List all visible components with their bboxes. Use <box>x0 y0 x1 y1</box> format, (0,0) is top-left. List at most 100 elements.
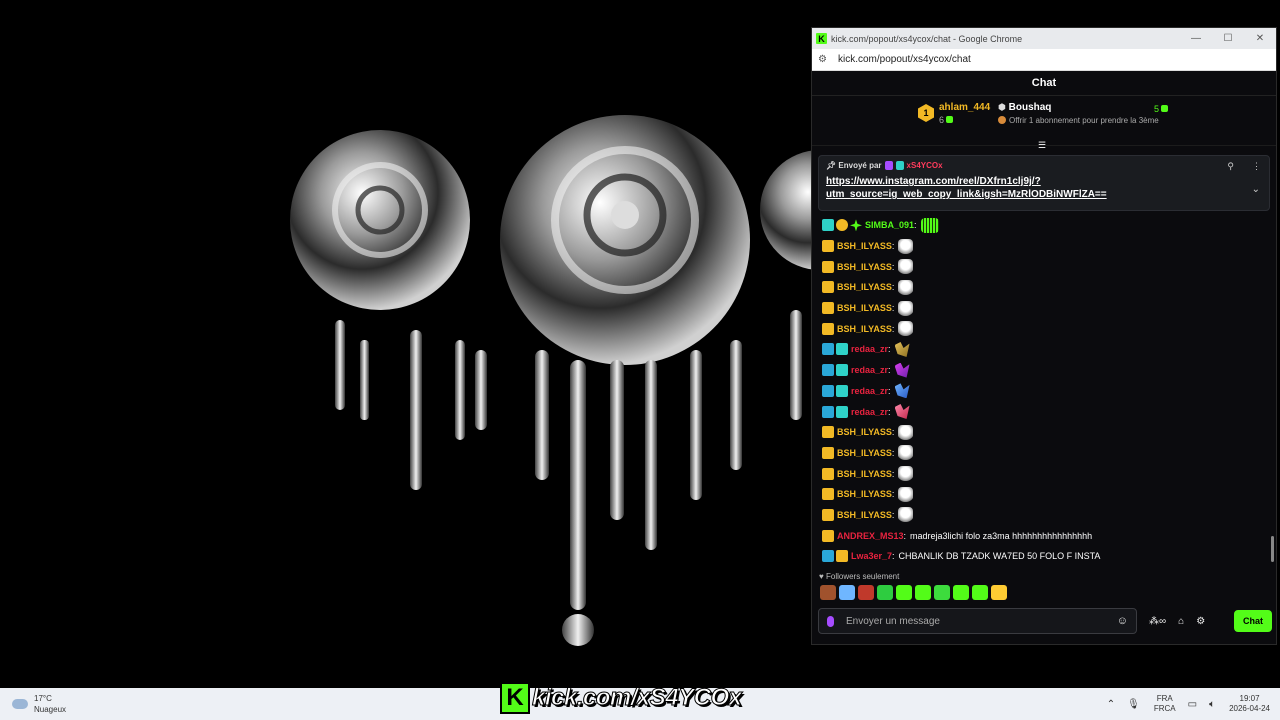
chat-input-row: ☺ ⁂∞ ⌂ ⚙ Chat <box>818 608 1272 634</box>
blue-badge-icon <box>822 364 834 377</box>
crown-badge-icon <box>822 260 834 273</box>
minimize-icon[interactable]: — <box>1180 33 1212 44</box>
cloud-weather-icon <box>12 699 28 709</box>
quick-emote-icon[interactable] <box>991 585 1007 600</box>
chat-username[interactable]: BSH_ILYASS <box>837 469 892 479</box>
emote-icon[interactable] <box>920 217 939 233</box>
language-indicator[interactable]: FRA FRCA <box>1154 694 1176 714</box>
site-info-icon[interactable]: ⚙ <box>818 54 832 65</box>
crown-badge-icon <box>822 467 834 480</box>
volume-icon[interactable]: 🔈︎ <box>1209 699 1215 710</box>
mic-icon[interactable] <box>827 615 834 627</box>
message-separator: : <box>888 344 891 355</box>
address-bar[interactable]: ⚙ kick.com/popout/xs4ycox/chat <box>812 49 1276 71</box>
emote-icon[interactable] <box>898 279 914 295</box>
leaderboard-second-name: Boushaq <box>1008 102 1052 113</box>
crown-badge-icon <box>822 240 834 253</box>
unpin-icon[interactable]: ⚲ <box>1227 161 1234 172</box>
chat-username[interactable]: redaa_zr <box>851 344 888 354</box>
emote-icon[interactable] <box>898 466 914 482</box>
chat-username[interactable]: BSH_ILYASS <box>837 489 892 499</box>
chat-username[interactable]: BSH_ILYASS <box>837 282 892 292</box>
chat-username[interactable]: ANDREX_MS13 <box>837 531 904 541</box>
quick-emote-icon[interactable] <box>953 585 969 600</box>
crown-badge-icon <box>822 508 834 521</box>
chat-username[interactable]: redaa_zr <box>851 407 888 417</box>
chat-message: BSH_ILYASS: <box>822 277 1262 298</box>
chat-username[interactable]: BSH_ILYASS <box>837 510 892 520</box>
message-separator: : <box>892 551 895 562</box>
quick-emote-icon[interactable] <box>858 585 874 600</box>
quick-emote-icon[interactable] <box>877 585 893 600</box>
more-options-icon[interactable]: ⋮ <box>1252 161 1261 172</box>
emote-icon[interactable] <box>898 507 914 523</box>
chat-username[interactable]: BSH_ILYASS <box>837 427 892 437</box>
blue-badge-icon <box>822 384 834 397</box>
clock[interactable]: 19:07 2026-04-24 <box>1229 694 1270 714</box>
message-separator: : <box>888 365 891 376</box>
window-titlebar[interactable]: K kick.com/popout/xs4ycox/chat - Google … <box>812 28 1276 49</box>
chat-username[interactable]: BSH_ILYASS <box>837 324 892 334</box>
chevron-up-icon[interactable]: ⌃ <box>1107 699 1115 710</box>
emote-icon[interactable] <box>898 238 914 254</box>
chat-username[interactable]: BSH_ILYASS <box>837 303 892 313</box>
leaderboard-first-name: ahlam_444 <box>939 102 991 113</box>
chat-username[interactable]: redaa_zr <box>851 386 888 396</box>
emote-icon[interactable] <box>898 259 914 275</box>
infinity-loop-icon[interactable]: ⁂∞ <box>1149 616 1166 627</box>
chat-message: BSH_ILYASS: <box>822 484 1262 505</box>
emote-icon[interactable] <box>894 362 910 378</box>
emote-icon[interactable] <box>894 383 910 399</box>
collapse-leaderboard-icon[interactable]: ☰ <box>1038 140 1046 151</box>
emote-icon[interactable] <box>898 424 914 440</box>
network-icon[interactable]: ▭ <box>1188 699 1197 710</box>
emoji-picker-icon[interactable]: ☺ <box>1117 615 1128 627</box>
store-icon[interactable]: ⌂ <box>1178 616 1184 627</box>
emote-icon[interactable] <box>898 321 914 337</box>
quick-emote-icon[interactable] <box>934 585 950 600</box>
settings-gear-icon[interactable]: ⚙ <box>1196 616 1205 627</box>
chat-username[interactable]: BSH_ILYASS <box>837 262 892 272</box>
weather-temp: 17°C <box>34 694 52 703</box>
leaderboard-entry-first[interactable]: 1 ahlam_444 6 <box>918 102 990 125</box>
pinned-link[interactable]: https://www.instagram.com/reel/DXfrn1clj… <box>826 175 1262 201</box>
followers-only-label: Followers seulement <box>825 572 900 581</box>
chat-username[interactable]: Lwa3er_7 <box>851 551 892 561</box>
leaderboard-entry-second[interactable]: ⬢ Boushaq Offrir 1 abonnement pour prend… <box>998 102 1159 125</box>
quick-emote-icon[interactable] <box>972 585 988 600</box>
quick-emote-icon[interactable] <box>915 585 931 600</box>
send-chat-button[interactable]: Chat <box>1234 610 1272 632</box>
weather-widget[interactable]: 17°C Nuageux <box>12 693 66 715</box>
desktop: K kick.com/popout/xs4ycox/chat - Google … <box>0 0 1280 688</box>
chat-header-title: Chat <box>1031 77 1057 89</box>
quick-emote-icon[interactable] <box>896 585 912 600</box>
close-icon[interactable]: ✕ <box>1244 33 1276 44</box>
message-separator: : <box>888 385 891 396</box>
mic-badge-icon <box>884 161 893 170</box>
message-input-box[interactable]: ☺ <box>818 608 1137 634</box>
chevron-down-icon[interactable]: ⌄ <box>1252 184 1260 195</box>
pinned-sender-name[interactable]: xS4YCOx <box>907 161 943 170</box>
emote-icon[interactable] <box>894 404 910 420</box>
quick-emote-icon[interactable] <box>839 585 855 600</box>
chat-message: BSH_ILYASS: <box>822 505 1262 526</box>
message-separator: : <box>891 241 895 252</box>
quick-emote-icon[interactable] <box>820 585 836 600</box>
chat-scrollbar[interactable] <box>1271 536 1274 562</box>
emote-icon[interactable] <box>898 486 914 502</box>
blue-badge-icon <box>822 405 834 418</box>
message-input[interactable] <box>846 615 1117 627</box>
emote-icon[interactable] <box>898 300 914 316</box>
message-separator: : <box>891 282 895 293</box>
window-controls: — ☐ ✕ <box>1180 33 1276 44</box>
chat-username[interactable]: BSH_ILYASS <box>837 448 892 458</box>
maximize-icon[interactable]: ☐ <box>1212 33 1244 44</box>
chat-username[interactable]: BSH_ILYASS <box>837 241 892 251</box>
chat-username[interactable]: redaa_zr <box>851 365 888 375</box>
chat-username[interactable]: SIMBA_091 <box>865 220 914 230</box>
emote-icon[interactable] <box>898 445 914 461</box>
emote-icon[interactable] <box>894 341 910 357</box>
url-text[interactable]: kick.com/popout/xs4ycox/chat <box>838 54 971 65</box>
microphone-icon[interactable]: 🎙︎ <box>1127 699 1140 710</box>
chat-message: BSH_ILYASS: <box>822 443 1262 464</box>
